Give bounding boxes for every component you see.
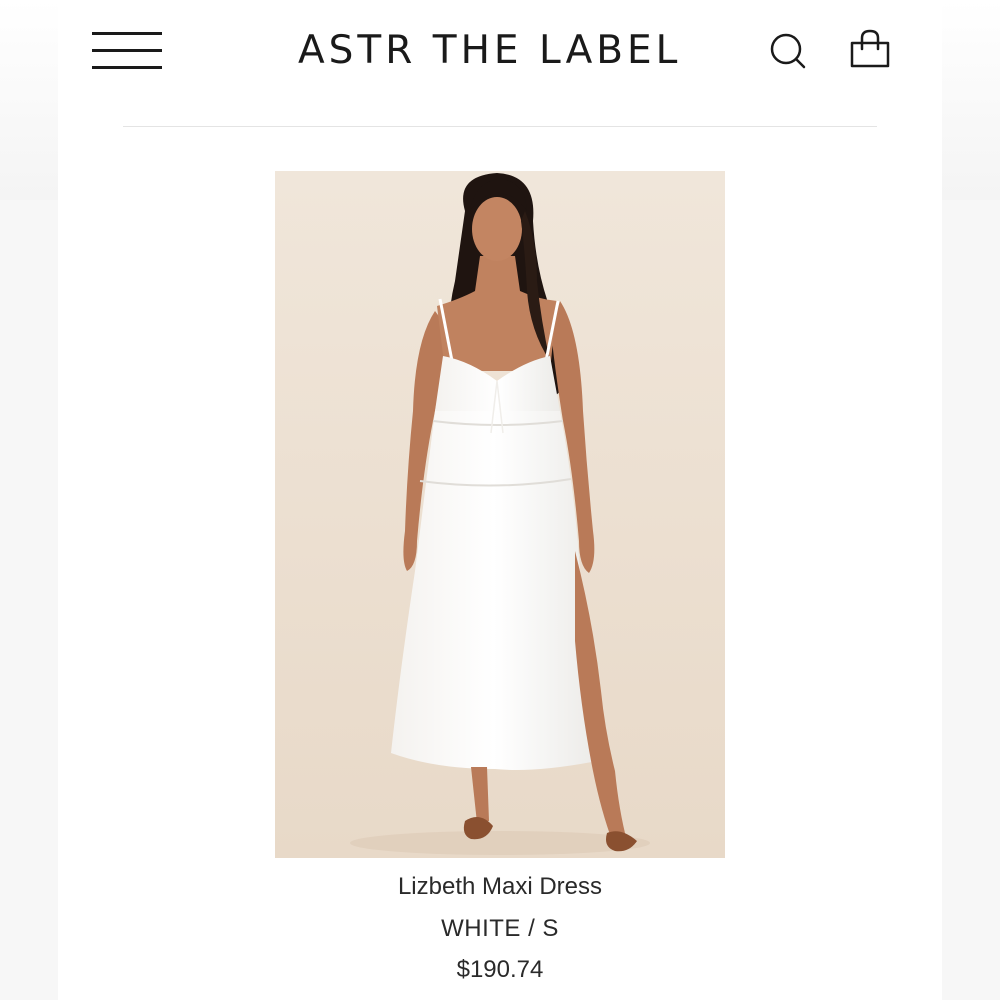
product-image[interactable] — [275, 171, 725, 858]
product-name-link[interactable]: Lizbeth Maxi Dress — [58, 866, 942, 908]
menu-button[interactable] — [92, 30, 162, 72]
product-photo — [275, 171, 725, 858]
product-price: $190.74 — [456, 956, 544, 983]
page-margin-right — [942, 0, 1000, 200]
shopping-bag-icon — [850, 29, 890, 68]
brand-logo[interactable]: ASTR THE LABEL — [298, 26, 698, 76]
page: ASTR THE LABEL Lizbeth Maxi Dress WHITE … — [58, 0, 942, 1000]
product-info: Lizbeth Maxi Dress WHITE / S $190.74 — [58, 866, 942, 990]
site-header: ASTR THE LABEL — [58, 0, 942, 110]
product-variant: WHITE / S — [441, 915, 559, 942]
search-button[interactable] — [768, 31, 808, 71]
page-margin-left — [0, 0, 58, 200]
search-icon — [770, 33, 806, 69]
header-divider — [123, 126, 877, 127]
cart-button[interactable] — [848, 28, 892, 72]
